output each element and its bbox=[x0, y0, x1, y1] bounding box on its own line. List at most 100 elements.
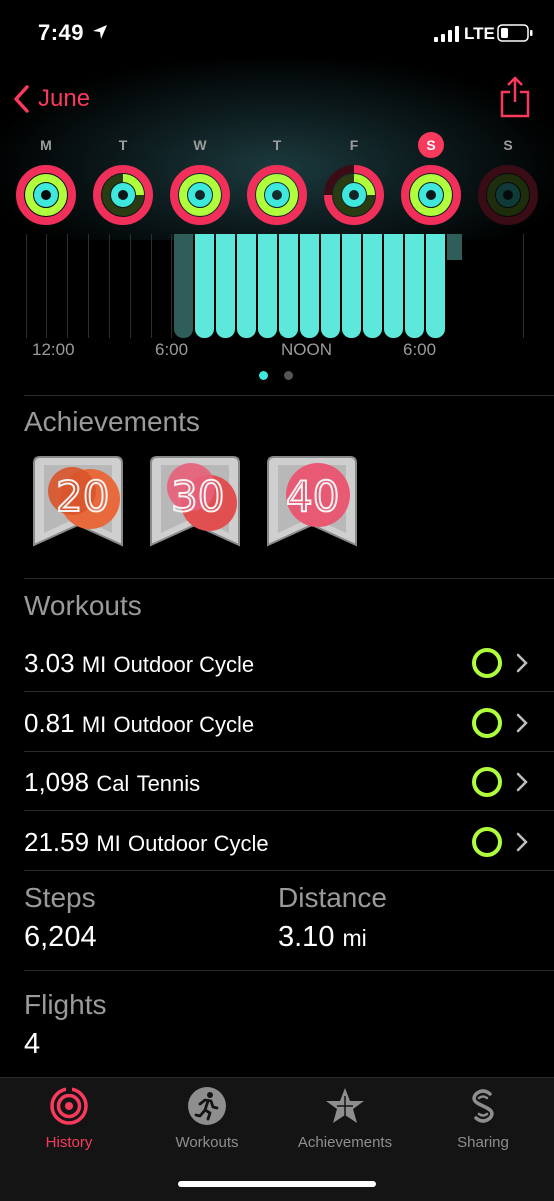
chart-gridline bbox=[88, 234, 89, 338]
chart-bar bbox=[405, 234, 424, 338]
badge-number: 20 bbox=[56, 472, 109, 521]
chart-bar bbox=[279, 234, 298, 338]
chart-gridline bbox=[26, 234, 27, 338]
workout-value: 21.59 bbox=[24, 827, 90, 857]
workout-summary: 21.59 MI Outdoor Cycle bbox=[24, 827, 269, 858]
achievement-badge-20[interactable]: 20 bbox=[32, 453, 124, 551]
day-sunday[interactable]: S bbox=[475, 132, 541, 226]
chart-tick-label: 12:00 bbox=[32, 340, 75, 359]
day-label: M bbox=[40, 137, 52, 153]
tab-label: Achievements bbox=[297, 1134, 393, 1151]
chart-tick-label: 6:00 bbox=[155, 340, 189, 359]
back-button[interactable]: June bbox=[12, 84, 90, 114]
chart-gridline bbox=[67, 234, 68, 338]
workouts-title: Workouts bbox=[24, 590, 142, 621]
workout-name: Outdoor Cycle bbox=[113, 712, 255, 737]
divider bbox=[24, 870, 554, 871]
activity-rings-icon bbox=[401, 165, 461, 225]
chevron-right-icon bbox=[516, 832, 528, 852]
workout-name: Tennis bbox=[136, 771, 201, 796]
day-wednesday[interactable]: W bbox=[167, 132, 233, 226]
flights-label: Flights bbox=[24, 989, 107, 1020]
page-indicator[interactable] bbox=[259, 371, 299, 381]
day-label: W bbox=[193, 137, 207, 153]
achievements-title: Achievements bbox=[24, 406, 200, 437]
divider bbox=[24, 395, 554, 396]
divider bbox=[24, 578, 554, 579]
day-thursday[interactable]: T bbox=[244, 132, 310, 226]
chart-bar bbox=[363, 234, 382, 338]
divider bbox=[24, 810, 554, 811]
day-label: S bbox=[503, 137, 513, 153]
chevron-right-icon bbox=[516, 713, 528, 733]
page-dot-active bbox=[259, 371, 268, 380]
chart-tick-label: NOON bbox=[281, 340, 332, 359]
workout-name: Outdoor Cycle bbox=[128, 831, 269, 856]
chart-gridline bbox=[171, 234, 172, 338]
flights-value: 4 bbox=[24, 1028, 41, 1060]
divider bbox=[24, 751, 554, 752]
workout-summary: 0.81 MI Outdoor Cycle bbox=[24, 708, 254, 739]
achievement-badge-40[interactable]: 40 bbox=[266, 453, 358, 551]
day-label: T bbox=[118, 137, 128, 153]
star-icon bbox=[326, 1088, 364, 1123]
activity-rings-icon bbox=[324, 165, 384, 225]
activity-rings-icon bbox=[247, 165, 307, 225]
workout-row[interactable]: 21.59 MI Outdoor Cycle bbox=[0, 813, 554, 871]
page-dot bbox=[284, 371, 293, 380]
tab-history[interactable]: History bbox=[0, 1086, 138, 1151]
distance-label: Distance bbox=[278, 882, 387, 913]
workout-ring-icon bbox=[472, 648, 502, 678]
workout-summary: 1,098 Cal Tennis bbox=[24, 767, 200, 798]
runner-icon bbox=[188, 1087, 226, 1125]
tab-sharing[interactable]: Sharing bbox=[414, 1086, 552, 1151]
status-time: 7:49 bbox=[38, 20, 85, 45]
sharing-icon bbox=[472, 1089, 494, 1123]
activity-rings-icon bbox=[170, 165, 230, 225]
day-tuesday[interactable]: T bbox=[90, 132, 156, 226]
chart-bar bbox=[258, 234, 277, 338]
workout-value: 3.03 bbox=[24, 648, 75, 678]
workout-row[interactable]: 3.03 MI Outdoor Cycle bbox=[0, 634, 554, 692]
chart-gridline bbox=[151, 234, 152, 338]
workout-summary: 3.03 MI Outdoor Cycle bbox=[24, 648, 254, 679]
workout-row[interactable]: 0.81 MI Outdoor Cycle bbox=[0, 694, 554, 752]
week-strip: M T W T F S S bbox=[0, 132, 554, 232]
chart-gridline bbox=[46, 234, 47, 338]
workout-unit: MI bbox=[96, 831, 121, 856]
chart-gridline bbox=[523, 234, 524, 338]
chart-bar bbox=[300, 234, 319, 338]
achievement-badge-30[interactable]: 30 bbox=[149, 453, 241, 551]
chart-tick-label: 6:00 bbox=[403, 340, 437, 359]
tab-workouts[interactable]: Workouts bbox=[138, 1086, 276, 1151]
divider bbox=[24, 691, 554, 692]
workout-ring-icon bbox=[472, 708, 502, 738]
chart-gridline bbox=[109, 234, 110, 338]
day-label-selected: S bbox=[398, 132, 464, 158]
selected-day-marker: S bbox=[418, 132, 444, 158]
day-saturday[interactable]: S bbox=[398, 132, 464, 226]
battery-icon bbox=[497, 24, 533, 42]
steps-label: Steps bbox=[24, 882, 96, 913]
cellular-signal-icon bbox=[434, 26, 459, 42]
carrier-label: LTE bbox=[464, 24, 495, 43]
tab-label: Workouts bbox=[175, 1134, 239, 1151]
activity-rings-icon bbox=[93, 165, 153, 225]
chart-bar-faded bbox=[447, 234, 462, 260]
workout-ring-icon bbox=[472, 767, 502, 797]
chart-bar bbox=[321, 234, 340, 338]
day-friday[interactable]: F bbox=[321, 132, 387, 226]
tab-achievements[interactable]: Achievements bbox=[276, 1086, 414, 1151]
steps-value: 6,204 bbox=[24, 921, 97, 953]
chart-bar bbox=[237, 234, 256, 338]
workout-row[interactable]: 1,098 Cal Tennis bbox=[0, 753, 554, 811]
chevron-right-icon bbox=[516, 772, 528, 792]
workout-name: Outdoor Cycle bbox=[113, 652, 255, 677]
badge-number: 30 bbox=[171, 472, 224, 521]
home-indicator[interactable] bbox=[178, 1181, 376, 1187]
stand-hours-chart[interactable]: 12:00 6:00 NOON 6:00 bbox=[26, 234, 524, 364]
distance-unit: mi bbox=[342, 925, 367, 951]
day-monday[interactable]: M bbox=[13, 132, 79, 226]
share-icon[interactable] bbox=[500, 76, 530, 118]
workout-ring-icon bbox=[472, 827, 502, 857]
